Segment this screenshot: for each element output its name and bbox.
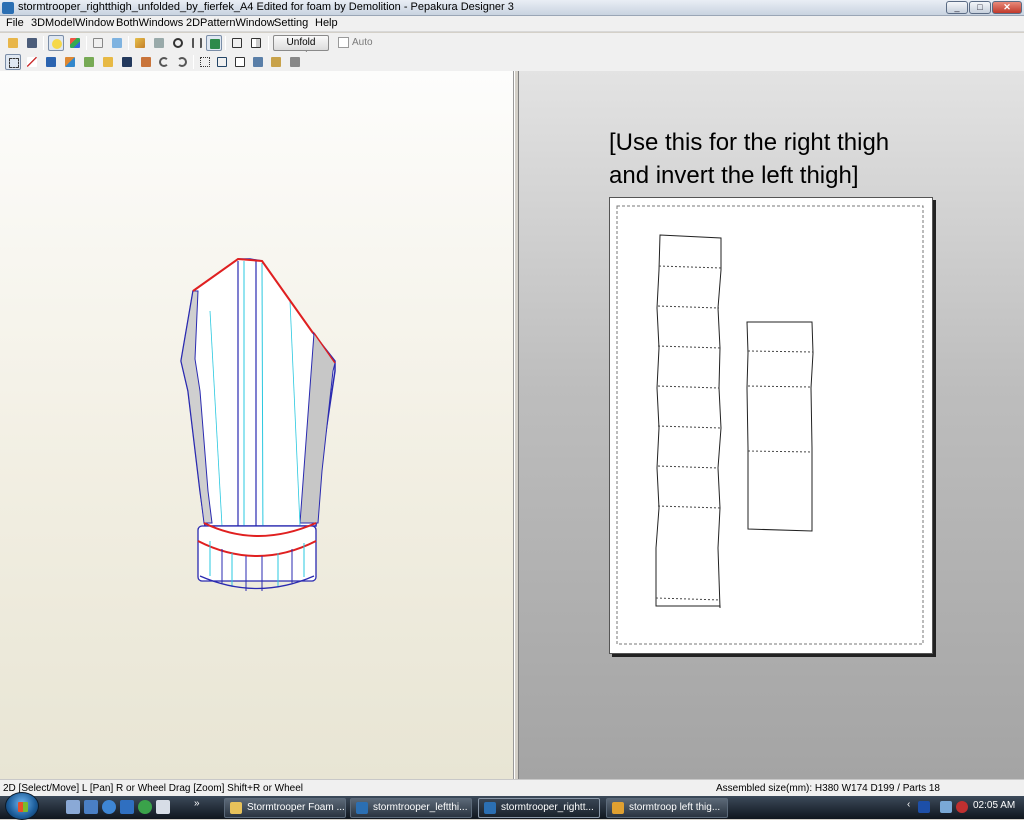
toolbar-2d (0, 52, 1024, 72)
paint-icon (612, 802, 624, 814)
clock[interactable]: 02:05 AM (973, 800, 1015, 811)
pepakura-icon (356, 802, 368, 814)
menu-setting[interactable]: Setting (272, 17, 310, 29)
open-file-icon[interactable] (5, 35, 21, 51)
status-hint: 2D [Select/Move] L [Pan] R or Wheel Drag… (3, 783, 304, 794)
toolbar-main: Unfold Undo Auto (0, 33, 1024, 62)
windows-taskbar: » Stormtrooper Foam ... stormtrooper_lef… (0, 792, 1024, 820)
sheet-icon[interactable] (250, 54, 266, 70)
tray-expand-icon[interactable]: ‹ (907, 799, 910, 810)
select-icon[interactable] (5, 54, 21, 70)
anchor-icon[interactable] (170, 35, 186, 51)
unfold-undo-button[interactable]: Unfold Undo (273, 35, 329, 62)
maximize-button[interactable]: □ (969, 1, 991, 14)
paper-icon[interactable] (119, 54, 135, 70)
volume-muted-icon[interactable] (956, 801, 968, 813)
both-windows-icon[interactable] (248, 35, 264, 51)
annotation-text: [Use this for the right thigh and invert… (609, 126, 939, 192)
task-pepakura-left[interactable]: stormtrooper_leftthi... (350, 798, 472, 818)
pencil-icon[interactable] (132, 35, 148, 51)
shaded-box-icon[interactable] (109, 35, 125, 51)
annotation-line-1: [Use this for the right thigh (609, 129, 890, 156)
model-3d-view[interactable] (0, 71, 514, 779)
app-green-icon[interactable] (138, 800, 152, 814)
save-icon[interactable] (24, 35, 40, 51)
lines-icon[interactable] (189, 35, 205, 51)
fit-view-icon[interactable] (197, 54, 213, 70)
arrange-icon[interactable] (214, 54, 230, 70)
title-bar: stormtrooper_rightthigh_unfolded_by_fier… (0, 0, 1024, 16)
auto-checkbox[interactable] (338, 37, 349, 48)
switch-windows-icon[interactable] (84, 800, 98, 814)
task-pepakura-right[interactable]: stormtrooper_rightt... (478, 798, 600, 818)
single-window-icon[interactable] (229, 35, 245, 51)
menu-3dmodelwindow[interactable]: 3DModelWindow (29, 17, 116, 29)
pattern-piece-short (746, 321, 814, 532)
status-bar: 2D [Select/Move] L [Pan] R or Wheel Drag… (0, 779, 1024, 796)
color-cube-icon[interactable] (67, 35, 83, 51)
more-quicklaunch-icon[interactable]: » (194, 798, 200, 809)
annotation-line-2: and invert the left thigh] (609, 162, 859, 189)
rotate-piece-icon[interactable] (206, 35, 222, 51)
print-icon[interactable] (287, 54, 303, 70)
pepakura-app-icon (2, 2, 14, 14)
window-title: stormtrooper_rightthigh_unfolded_by_fier… (18, 1, 514, 13)
thigh-3d-model (180, 257, 336, 591)
redo-icon[interactable] (174, 54, 190, 70)
settings-icon[interactable] (268, 54, 284, 70)
app-a-icon[interactable] (120, 800, 134, 814)
move-edge-icon[interactable] (138, 54, 154, 70)
unfolded-pattern (616, 205, 924, 645)
network-icon[interactable] (940, 801, 952, 813)
assembled-size: Assembled size(mm): H380 W174 D199 / Par… (716, 783, 940, 794)
task-folder[interactable]: Stormtrooper Foam ... (224, 798, 346, 818)
pattern-2d-view[interactable]: [Use this for the right thigh and invert… (519, 71, 1024, 779)
menu-file[interactable]: File (4, 17, 26, 29)
wireframe-box-icon[interactable] (90, 35, 106, 51)
task-paint[interactable]: stormtroop left thig... (606, 798, 728, 818)
internet-explorer-icon[interactable] (102, 800, 116, 814)
menu-bothwindows[interactable]: BothWindows (114, 17, 185, 29)
language-icon[interactable] (918, 801, 930, 813)
menu-bar: File 3DModelWindow BothWindows 2DPattern… (0, 16, 1024, 32)
light-bulb-icon[interactable] (48, 35, 64, 51)
page-icon[interactable] (232, 54, 248, 70)
menu-2dpatternwindow[interactable]: 2DPatternWindow (184, 17, 277, 29)
join-icon[interactable] (100, 54, 116, 70)
menu-help[interactable]: Help (313, 17, 340, 29)
pattern-piece-long (655, 234, 722, 609)
a4-paper-sheet (609, 197, 933, 654)
texture-icon[interactable] (62, 54, 78, 70)
add-edge-icon[interactable] (24, 54, 40, 70)
grid-icon[interactable] (43, 54, 59, 70)
auto-label: Auto (352, 37, 373, 48)
undo-icon[interactable] (156, 54, 172, 70)
windows-logo-icon (18, 802, 28, 812)
minimize-button[interactable]: _ (946, 1, 968, 14)
folder-icon (230, 802, 242, 814)
start-button[interactable] (5, 792, 39, 820)
app-window-icon[interactable] (156, 800, 170, 814)
close-button[interactable]: ✕ (992, 1, 1022, 14)
pepakura-icon (484, 802, 496, 814)
show-desktop-icon[interactable] (66, 800, 80, 814)
column-icon[interactable] (151, 35, 167, 51)
parts-icon[interactable] (81, 54, 97, 70)
